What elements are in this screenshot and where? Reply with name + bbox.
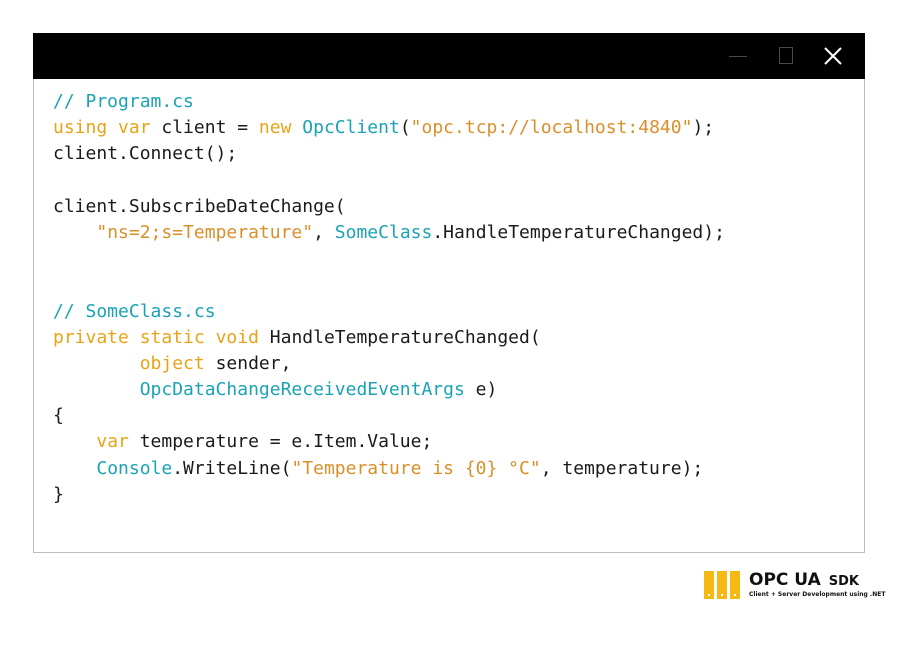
logo-bars-icon — [704, 571, 742, 599]
code-block[interactable]: // Program.cs using var client = new OpcC… — [53, 89, 725, 508]
code-token-plain: { — [53, 405, 64, 427]
code-line: // SomeClass.cs — [53, 299, 725, 325]
minimize-icon — [729, 56, 747, 57]
maximize-icon — [779, 47, 793, 64]
opc-ua-sdk-logo: OPC UA SDK Client + Server Development us… — [704, 570, 886, 602]
code-line: OpcDataChangeReceivedEventArgs e) — [53, 377, 725, 403]
code-line: Console.WriteLine("Temperature is {0} °C… — [53, 456, 725, 482]
code-token-kw: static — [139, 326, 205, 348]
code-token-kw: var — [96, 431, 129, 453]
maximize-button[interactable] — [765, 33, 809, 79]
code-token-plain: .WriteLine( — [172, 457, 292, 479]
code-token-plain: client.SubscribeDateChange( — [53, 195, 346, 217]
code-line: private static void HandleTemperatureCha… — [53, 325, 725, 351]
code-token-type: Console — [96, 457, 173, 479]
logo-sdk-text: SDK — [828, 574, 859, 589]
code-token-comment: // Program.cs — [53, 91, 194, 112]
code-line: client.Connect(); — [53, 141, 725, 167]
code-token-plain: client.Connect(); — [53, 143, 238, 165]
code-token-kw: var — [118, 117, 151, 139]
code-token-comment: // SomeClass.cs — [53, 300, 216, 322]
code-token-plain: client = — [150, 117, 259, 139]
code-token-plain: HandleTemperatureChanged( — [258, 326, 541, 348]
code-token-plain: ); — [692, 117, 715, 139]
code-token-type: SomeClass — [334, 221, 433, 243]
code-token-kw: using — [53, 117, 108, 139]
code-token-plain: e) — [464, 379, 498, 401]
code-token-plain: sender, — [204, 352, 292, 374]
logo-subtitle: Client + Server Development using .NET — [749, 591, 886, 598]
minimize-button[interactable] — [717, 33, 761, 79]
logo-title: OPC UA SDK — [749, 570, 859, 592]
code-token-plain: temperature = e.Item.Value; — [128, 431, 433, 453]
code-token-type: OpcClient — [302, 117, 400, 139]
code-token-kw: private — [53, 326, 129, 348]
code-token-kw: void — [215, 326, 259, 348]
code-token-str: "ns=2;s=Temperature" — [96, 221, 314, 243]
code-token-plain: ( — [399, 117, 411, 139]
code-line: client.SubscribeDateChange( — [53, 194, 725, 220]
code-token-plain: , — [313, 221, 335, 243]
logo-title-text: OPC UA — [749, 570, 821, 590]
code-line: { — [53, 403, 725, 429]
code-token-str: "opc.tcp://localhost:4840" — [410, 117, 693, 139]
code-line: // Program.cs — [53, 89, 725, 115]
code-line: "ns=2;s=Temperature", SomeClass.HandleTe… — [53, 220, 725, 246]
code-token-kw: new — [258, 117, 292, 139]
code-line: using var client = new OpcClient("opc.tc… — [53, 115, 725, 141]
code-line: } — [53, 482, 725, 508]
code-token-plain: , temperature); — [540, 457, 704, 479]
close-icon — [824, 47, 842, 65]
code-window: // Program.cs using var client = new OpcC… — [33, 33, 865, 553]
close-button[interactable] — [811, 33, 855, 79]
code-token-type: OpcDataChangeReceivedEventArgs — [139, 379, 465, 401]
code-token-kw: object — [139, 352, 205, 374]
code-token-plain: } — [53, 483, 64, 505]
code-token-str: "Temperature is {0} °C" — [291, 457, 541, 479]
code-line: object sender, — [53, 351, 725, 377]
window-titlebar — [33, 33, 865, 79]
code-line: var temperature = e.Item.Value; — [53, 429, 725, 455]
code-token-plain: .HandleTemperatureChanged); — [432, 221, 725, 243]
